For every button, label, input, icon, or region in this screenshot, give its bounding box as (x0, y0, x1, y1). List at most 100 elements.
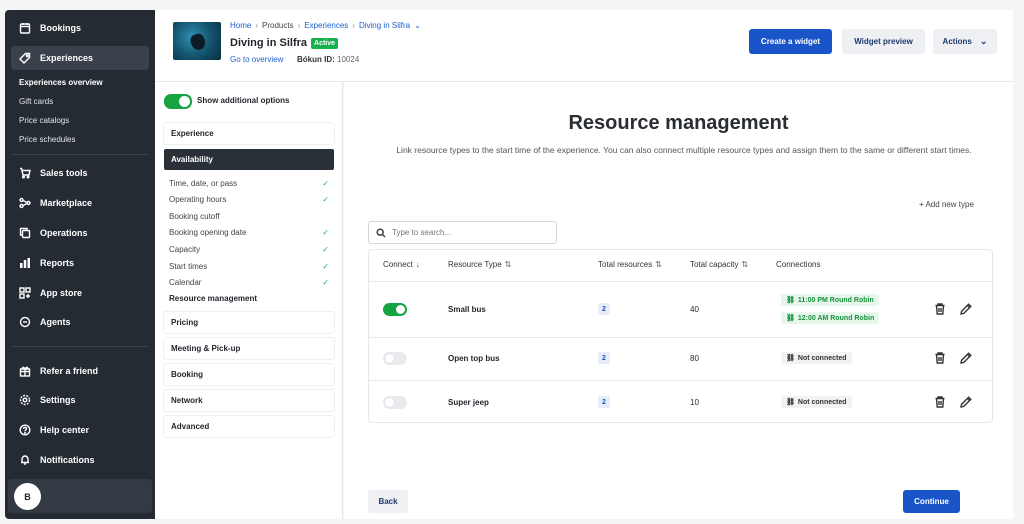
create-widget-button[interactable]: Create a widget (749, 29, 832, 54)
section-meeting-pickup[interactable]: Meeting & Pick-up (164, 338, 334, 359)
col-connections: Connections (776, 260, 820, 269)
trash-icon[interactable] (933, 395, 947, 409)
check-icon: ✓ (322, 278, 329, 287)
sort-icon: ⇅ (504, 260, 512, 269)
breadcrumb-home[interactable]: Home (230, 21, 251, 30)
nav-help-center[interactable]: Help center (11, 418, 149, 442)
experience-thumbnail (173, 22, 221, 60)
widget-preview-button[interactable]: Widget preview (842, 29, 925, 54)
grid-icon (19, 287, 31, 299)
search-input[interactable] (392, 228, 542, 237)
tag-icon (19, 52, 31, 64)
status-badge: Active (311, 37, 339, 49)
sort-icon: ⇅ (741, 260, 749, 269)
nav-label: Notifications (40, 455, 95, 465)
gear-icon (19, 394, 31, 406)
pencil-icon[interactable] (959, 302, 973, 316)
nav-bookings[interactable]: Bookings (11, 16, 149, 40)
col-total-resources[interactable]: Total resources ⇅ (598, 260, 662, 269)
add-new-type-button[interactable]: + Add new type (919, 200, 974, 209)
step-start-times[interactable]: Start times ✓ (169, 262, 329, 271)
section-pricing[interactable]: Pricing (164, 312, 334, 333)
step-booking-cutoff[interactable]: Booking cutoff (169, 212, 329, 221)
nav-reports[interactable]: Reports (11, 251, 149, 275)
section-network[interactable]: Network (164, 390, 334, 411)
section-booking[interactable]: Booking (164, 364, 334, 385)
connect-toggle[interactable] (383, 352, 407, 365)
sub-gift-cards[interactable]: Gift cards (19, 97, 53, 106)
step-time-date-pass[interactable]: Time, date, or pass ✓ (169, 179, 329, 188)
connection-badge[interactable]: ⛓ 11:00 PM Round Robin (781, 294, 879, 306)
nav-notifications[interactable]: Notifications (11, 448, 149, 472)
step-label: Operating hours (169, 195, 227, 204)
col-total-capacity[interactable]: Total capacity ⇅ (690, 260, 748, 269)
nav-settings[interactable]: Settings (11, 388, 149, 412)
section-availability[interactable]: Availability (164, 149, 334, 170)
connect-toggle[interactable] (383, 303, 407, 316)
col-header-label: Connections (776, 260, 821, 269)
step-label: Start times (169, 262, 208, 271)
page-title: Diving in Silfra Active (230, 37, 339, 49)
go-to-overview-link[interactable]: Go to overview (230, 55, 283, 64)
nav-app-store[interactable]: App store (11, 281, 149, 305)
steps-panel: Show additional options Experience Avail… (155, 82, 343, 519)
link-icon: ⛓ (786, 315, 795, 322)
breadcrumb-experiences[interactable]: Experiences (304, 21, 348, 30)
nav-sales-tools[interactable]: Sales tools (11, 161, 149, 185)
connection-label: 12:00 AM Round Robin (797, 314, 875, 322)
copy-icon (19, 227, 31, 239)
back-button[interactable]: Back (368, 490, 408, 513)
sub-price-schedules[interactable]: Price schedules (19, 135, 75, 144)
pencil-icon[interactable] (959, 351, 973, 365)
bokun-id: Bókun ID: 10024 (297, 55, 359, 64)
actions-button[interactable]: Actions ⌄ (933, 29, 997, 54)
bar-chart-icon (19, 257, 31, 269)
step-capacity[interactable]: Capacity ✓ (169, 245, 329, 254)
plus-icon: + (919, 200, 924, 209)
col-header-label: Resource Type (448, 260, 502, 269)
step-calendar[interactable]: Calendar ✓ (169, 278, 329, 287)
nav-marketplace[interactable]: Marketplace (11, 191, 149, 215)
col-resource-type[interactable]: Resource Type ⇅ (448, 260, 511, 269)
chevron-down-icon[interactable]: ⌄ (414, 21, 421, 30)
row-divider (369, 281, 992, 282)
resource-type-name: Super jeep (448, 398, 489, 407)
step-booking-opening-date[interactable]: Booking opening date ✓ (169, 228, 329, 237)
trash-icon[interactable] (933, 351, 947, 365)
connection-badge[interactable]: ⛓ 12:00 AM Round Robin (781, 312, 880, 324)
breadcrumb-products[interactable]: Products (262, 21, 294, 30)
pencil-icon[interactable] (959, 395, 973, 409)
section-experience[interactable]: Experience (164, 123, 334, 144)
nav-experiences[interactable]: Experiences (11, 46, 149, 70)
trash-icon[interactable] (933, 302, 947, 316)
breadcrumb-separator-icon: › (255, 21, 259, 30)
unlink-icon: ⛓ (786, 355, 795, 362)
col-connect[interactable]: Connect ↓ (383, 260, 420, 269)
search-box[interactable] (368, 221, 557, 244)
link-icon: ⛓ (786, 297, 795, 304)
connection-label: 11:00 PM Round Robin (797, 296, 874, 304)
section-advanced[interactable]: Advanced (164, 416, 334, 437)
connect-toggle[interactable] (383, 396, 407, 409)
step-resource-management[interactable]: Resource management (169, 294, 329, 303)
nav-operations[interactable]: Operations (11, 221, 149, 245)
nav-refer-friend[interactable]: Refer a friend (11, 359, 149, 383)
row-divider (369, 337, 992, 338)
continue-button[interactable]: Continue (903, 490, 960, 513)
step-operating-hours[interactable]: Operating hours ✓ (169, 195, 329, 204)
nav-label: Agents (40, 317, 71, 327)
breadcrumb-current[interactable]: Diving in Silfra (359, 21, 410, 30)
sidebar: Bookings Experiences Experiences overvie… (5, 10, 155, 519)
account-menu[interactable]: B (8, 479, 152, 513)
col-header-label: Total resources (598, 260, 653, 269)
show-options-label: Show additional options (197, 96, 290, 105)
show-options-toggle[interactable] (164, 94, 192, 109)
total-capacity-value: 80 (690, 354, 699, 363)
sub-price-catalogs[interactable]: Price catalogs (19, 116, 69, 125)
sub-experiences-overview[interactable]: Experiences overview (19, 78, 103, 87)
unlink-icon: ⛓ (786, 399, 795, 406)
nav-agents[interactable]: Agents (11, 310, 149, 334)
add-new-type-label: Add new type (925, 200, 974, 209)
nav-label: Help center (40, 425, 90, 435)
avatar[interactable]: B (14, 483, 41, 510)
